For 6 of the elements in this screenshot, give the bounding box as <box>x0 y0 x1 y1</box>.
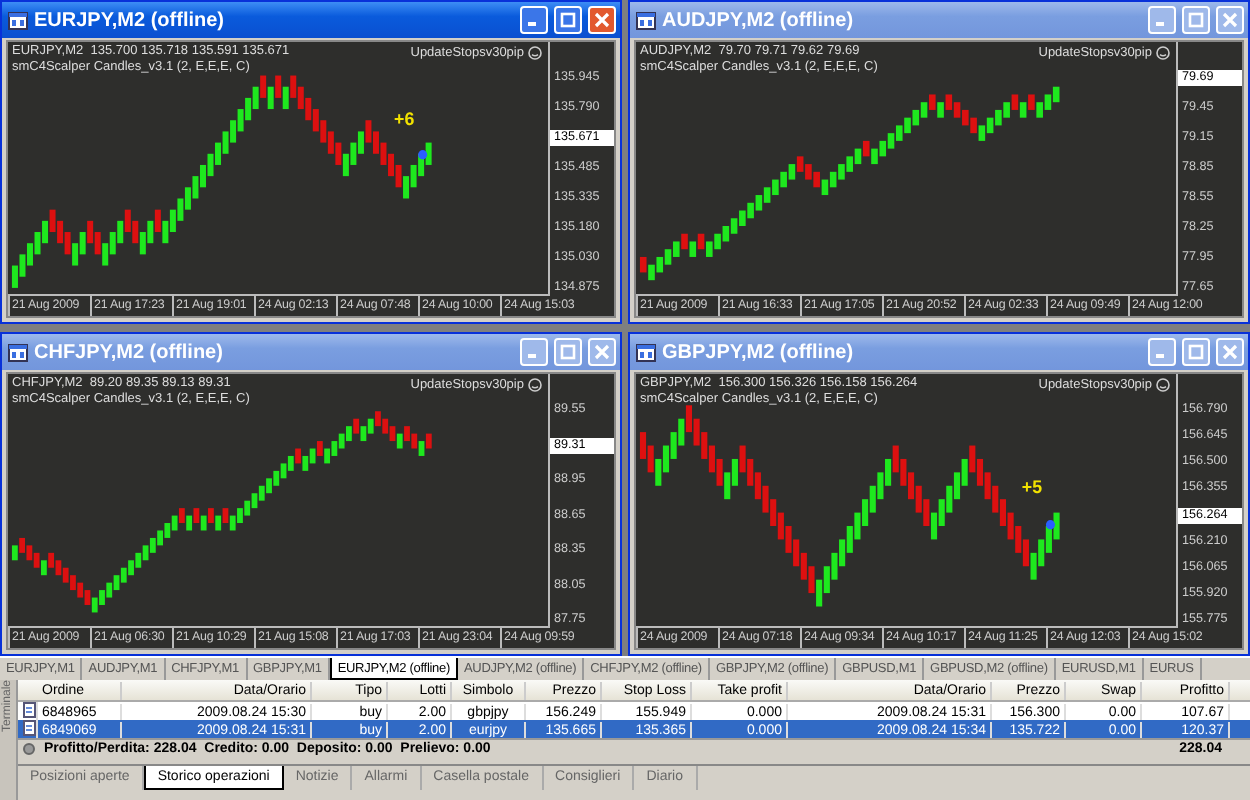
profit-label: +5 <box>1021 476 1043 498</box>
window-title: EURJPY,M2 (offline) <box>34 9 227 31</box>
profit-label: +6 <box>394 109 415 130</box>
window-title: GBPJPY,M2 (offline) <box>662 341 856 363</box>
window-title: CHFJPY,M2 (offline) <box>34 341 225 363</box>
window-title: AUDJPY,M2 (offline) <box>662 9 856 31</box>
